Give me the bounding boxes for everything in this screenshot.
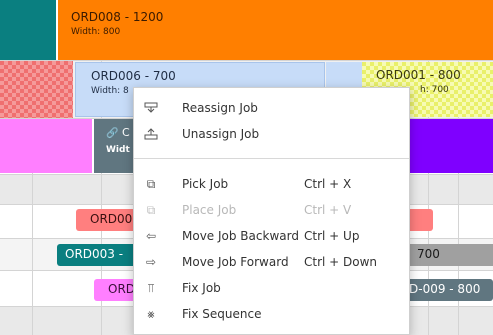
job-bar-magenta[interactable] bbox=[0, 119, 92, 173]
pin-icon: ⫪ bbox=[147, 281, 155, 295]
job-title-text: C bbox=[121, 126, 130, 139]
reassign-icon bbox=[142, 95, 160, 121]
menu-item-shortcut: Ctrl + V bbox=[304, 203, 352, 217]
job-bar-ord008[interactable]: ORD008 - 1200 Width: 800 bbox=[58, 0, 493, 60]
menu-item-shortcut: Ctrl + Up bbox=[304, 229, 360, 243]
job-width: Width: 800 bbox=[71, 27, 121, 37]
job-bar-teal[interactable] bbox=[0, 0, 56, 60]
job-title: 700 bbox=[417, 247, 440, 261]
link-icon: 🔗 bbox=[106, 128, 119, 139]
menu-item-label: Reassign Job bbox=[182, 101, 258, 115]
job-title: ORD006 - 700 bbox=[91, 69, 176, 83]
menu-separator bbox=[134, 158, 409, 159]
grid-line bbox=[0, 60, 493, 61]
job-bar-ord009[interactable]: D-009 - 800 bbox=[405, 279, 493, 301]
menu-item-move-job-backward[interactable]: ⇦ Move Job Backward Ctrl + Up bbox=[134, 223, 409, 249]
menu-item-fix-sequence[interactable]: ⨳ Fix Sequence bbox=[134, 301, 409, 327]
menu-item-label: Place Job bbox=[182, 203, 237, 217]
pick-icon: ⧉ bbox=[146, 177, 156, 191]
menu-item-label: Fix Sequence bbox=[182, 307, 262, 321]
job-title: D-009 - 800 bbox=[409, 282, 481, 296]
menu-item-shortcut: Ctrl + Down bbox=[304, 255, 378, 269]
job-bar-grey-700[interactable]: 700 bbox=[405, 244, 493, 266]
menu-item-label: Move Job Backward bbox=[182, 229, 299, 243]
menu-item-pick-job[interactable]: ⧉ Pick Job Ctrl + X bbox=[134, 171, 409, 197]
move-forward-icon: ⇨ bbox=[145, 255, 157, 269]
menu-item-label: Fix Job bbox=[182, 281, 221, 295]
menu-item-label: Move Job Forward bbox=[182, 255, 289, 269]
menu-item-fix-job[interactable]: ⫪ Fix Job bbox=[134, 275, 409, 301]
menu-item-shortcut: Ctrl + X bbox=[304, 177, 352, 191]
fix-sequence-icon: ⨳ bbox=[147, 307, 155, 321]
job-title: ORD001 - 800 bbox=[376, 68, 461, 82]
job-title: ORD008 - 1200 bbox=[71, 10, 164, 24]
menu-item-label: Pick Job bbox=[182, 177, 229, 191]
menu-item-place-job: ⧉ Place Job Ctrl + V bbox=[134, 197, 409, 223]
menu-item-reassign-job[interactable]: Reassign Job bbox=[134, 95, 409, 121]
context-menu: Reassign Job Unassign Job ⧉ Pick Job Ctr… bbox=[133, 87, 410, 335]
menu-item-move-job-forward[interactable]: ⇨ Move Job Forward Ctrl + Down bbox=[134, 249, 409, 275]
menu-item-unassign-job[interactable]: Unassign Job bbox=[134, 121, 409, 147]
move-backward-icon: ⇦ bbox=[145, 229, 157, 243]
unassign-icon bbox=[142, 121, 160, 147]
menu-item-label: Unassign Job bbox=[182, 127, 260, 141]
place-icon: ⧉ bbox=[146, 203, 156, 217]
job-bar-red-checker[interactable] bbox=[0, 61, 73, 118]
